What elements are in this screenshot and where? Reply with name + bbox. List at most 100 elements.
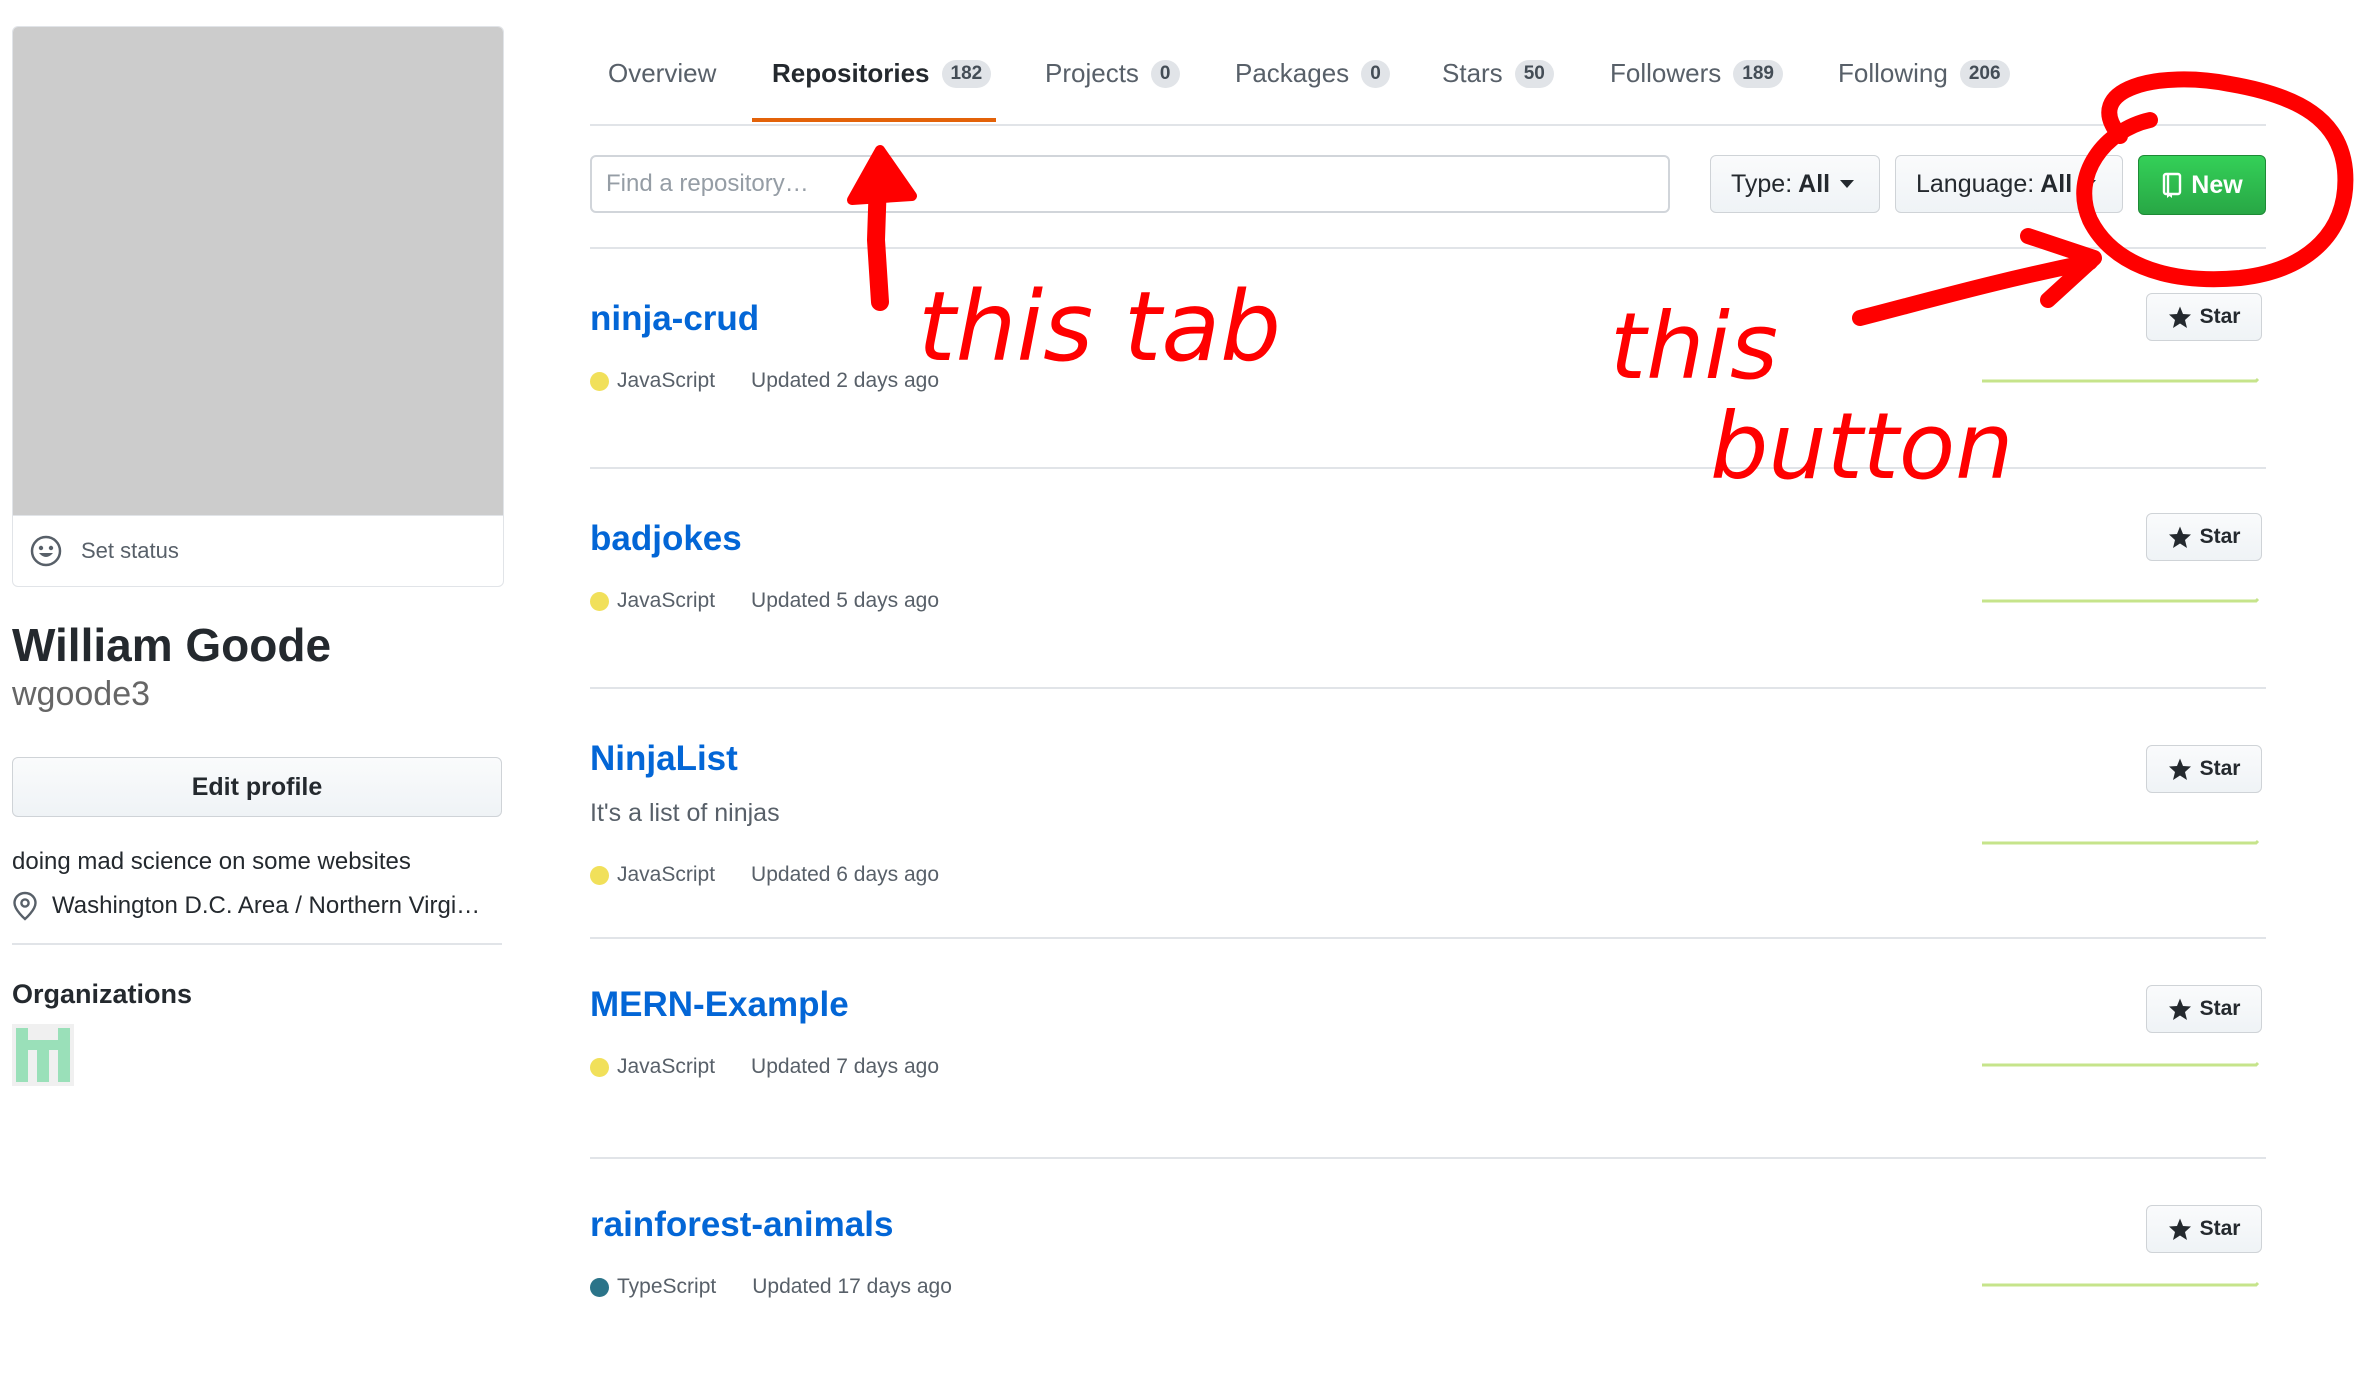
- tab-count: 206: [1959, 59, 2010, 88]
- edit-profile-button[interactable]: Edit profile: [12, 757, 502, 817]
- star-button[interactable]: Star: [2146, 985, 2262, 1033]
- repo-updated: Updated 6 days ago: [751, 863, 940, 886]
- repo-name-link[interactable]: MERN-Example: [590, 985, 849, 1025]
- repo-name-link[interactable]: rainforest-animals: [590, 1205, 893, 1245]
- language-filter-select[interactable]: Language: All: [1895, 155, 2123, 213]
- tab-count: 189: [1733, 59, 1783, 88]
- tab-count: 0: [1150, 59, 1180, 88]
- language-color-dot: [590, 591, 609, 611]
- avatar[interactable]: [13, 27, 503, 515]
- new-repository-button[interactable]: New: [2138, 155, 2266, 215]
- star-button[interactable]: Star: [2146, 513, 2262, 561]
- tab-label: Followers: [1610, 58, 1722, 88]
- set-status-button[interactable]: Set status: [13, 515, 503, 586]
- repo-language: JavaScript: [617, 1055, 716, 1078]
- star-label: Star: [2199, 997, 2241, 1020]
- active-tab-underline: [752, 118, 996, 122]
- tab-repositories[interactable]: Repositories 182: [772, 58, 992, 89]
- avatar-card: Set status: [12, 26, 504, 587]
- language-color-dot: [590, 371, 609, 391]
- tab-followers[interactable]: Followers 189: [1610, 58, 1783, 89]
- language-color-dot: [590, 1277, 609, 1297]
- profile-full-name: William Goode: [12, 619, 332, 671]
- language-filter-label: Language:: [1916, 169, 2035, 198]
- activity-sparkline: [1982, 1281, 2260, 1287]
- find-repository-input[interactable]: [590, 155, 1670, 213]
- repo-language: JavaScript: [617, 863, 716, 886]
- tab-following[interactable]: Following 206: [1838, 58, 2010, 89]
- star-icon: [2168, 998, 2191, 1020]
- repo-list-item: MERN-Example JavaScript Updated 7 days a…: [590, 939, 2266, 1159]
- tab-label: Repositories: [772, 58, 930, 88]
- star-label: Star: [2199, 525, 2241, 548]
- repo-meta: TypeScript Updated 17 days ago: [590, 1275, 952, 1299]
- language-color-dot: [590, 1057, 609, 1077]
- repo-name-link[interactable]: ninja-crud: [590, 299, 759, 339]
- type-filter-value: All: [1798, 169, 1831, 198]
- language-filter-value: All: [2040, 169, 2073, 198]
- repo-updated: Updated 5 days ago: [751, 589, 940, 612]
- tab-count: 182: [941, 59, 992, 88]
- repo-name-link[interactable]: badjokes: [590, 519, 742, 559]
- profile-location: Washington D.C. Area / Northern Virgi…: [12, 891, 502, 921]
- star-icon: [2168, 758, 2191, 780]
- smiley-icon: [30, 535, 62, 567]
- organizations-title: Organizations: [12, 979, 193, 1009]
- tab-count: 0: [1361, 59, 1390, 88]
- tab-label: Overview: [608, 58, 717, 88]
- activity-sparkline: [1982, 1061, 2260, 1067]
- repo-language: JavaScript: [617, 589, 716, 612]
- repo-meta: JavaScript Updated 6 days ago: [590, 863, 939, 887]
- star-icon: [2168, 526, 2191, 548]
- tab-label: Packages: [1235, 58, 1350, 88]
- activity-sparkline: [1982, 597, 2260, 603]
- set-status-label: Set status: [81, 538, 179, 563]
- star-button[interactable]: Star: [2146, 745, 2262, 793]
- new-button-label: New: [2191, 170, 2243, 199]
- location-pin-icon: [13, 891, 37, 921]
- repo-meta: JavaScript Updated 7 days ago: [590, 1055, 939, 1079]
- organization-avatar[interactable]: [12, 1024, 74, 1086]
- star-label: Star: [2199, 305, 2241, 328]
- repo-list-item: badjokes JavaScript Updated 5 days ago S…: [590, 469, 2266, 689]
- repo-list-item: NinjaList It's a list of ninjas JavaScri…: [590, 689, 2266, 939]
- repo-book-icon: [2163, 172, 2182, 198]
- star-label: Star: [2199, 1217, 2241, 1240]
- location-text: Washington D.C. Area / Northern Virgi…: [52, 892, 481, 919]
- repo-name-link[interactable]: NinjaList: [590, 739, 738, 779]
- tab-label: Following: [1838, 58, 1948, 88]
- tab-packages[interactable]: Packages 0: [1235, 58, 1390, 89]
- language-color-dot: [590, 865, 609, 885]
- star-button[interactable]: Star: [2146, 293, 2262, 341]
- tab-count: 50: [1514, 59, 1554, 88]
- repo-filters: Type: All Language: All New: [590, 155, 2266, 217]
- tab-projects[interactable]: Projects 0: [1045, 58, 1180, 89]
- tab-overview[interactable]: Overview: [608, 58, 716, 89]
- repo-meta: JavaScript Updated 5 days ago: [590, 589, 939, 613]
- sidebar-divider: [12, 943, 502, 945]
- type-filter-label: Type:: [1731, 169, 1793, 198]
- activity-sparkline: [1982, 377, 2260, 383]
- repo-list-item: ninja-crud JavaScript Updated 2 days ago…: [590, 249, 2266, 469]
- profile-username: wgoode3: [12, 675, 151, 713]
- repo-language: TypeScript: [617, 1275, 717, 1298]
- star-label: Star: [2199, 757, 2241, 780]
- profile-sidebar: Set status William Goode wgoode3 Edit pr…: [12, 26, 504, 1091]
- star-button[interactable]: Star: [2146, 1205, 2262, 1253]
- profile-tabs: Overview Repositories 182 Projects 0 Pac…: [590, 0, 2266, 126]
- activity-sparkline: [1982, 839, 2260, 845]
- type-filter-select[interactable]: Type: All: [1710, 155, 1880, 213]
- star-icon: [2168, 1218, 2191, 1240]
- repo-updated: Updated 17 days ago: [752, 1275, 952, 1298]
- caret-down-icon: [2082, 180, 2097, 188]
- tab-stars[interactable]: Stars 50: [1442, 58, 1554, 89]
- repo-description: It's a list of ninjas: [590, 799, 780, 827]
- repo-language: JavaScript: [617, 369, 716, 392]
- tab-label: Projects: [1045, 58, 1139, 88]
- repo-updated: Updated 2 days ago: [751, 369, 940, 392]
- caret-down-icon: [1840, 180, 1855, 188]
- repo-updated: Updated 7 days ago: [751, 1055, 940, 1078]
- profile-bio: doing mad science on some websites: [12, 848, 411, 875]
- repo-list-item: rainforest-animals TypeScript Updated 17…: [590, 1159, 2266, 1377]
- tab-label: Stars: [1442, 58, 1503, 88]
